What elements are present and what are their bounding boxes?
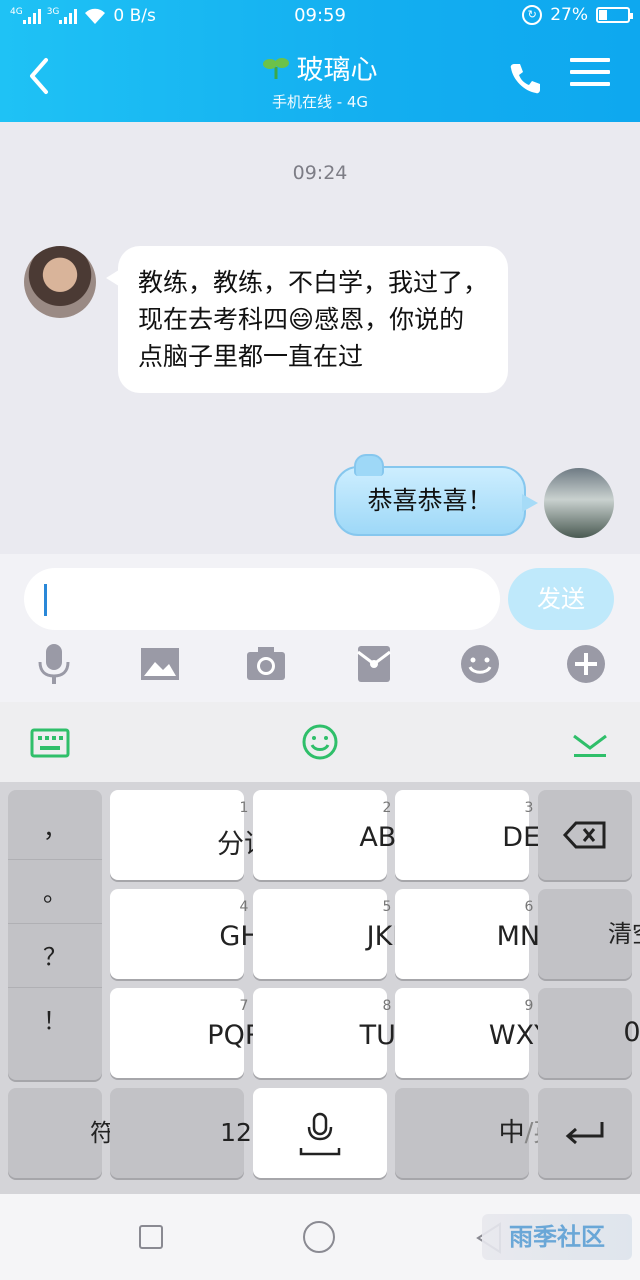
rotation-lock-icon: ↻ [522,5,543,25]
symbol-key-exclaim[interactable]: ！ [8,990,102,1052]
text-caret [44,584,47,616]
clear-key[interactable]: 清空 [538,889,640,979]
incoming-message-text: 教练，教练，不白学，我过了，现在去考科四😄感恩，你说的点脑子里都一直在过 [138,268,489,371]
square-icon [139,1225,163,1249]
title-bar: 4G 3G 0 B/s 09:59 ↻ 27% 玻璃心 手机在线 - 4G [0,0,640,122]
key-label: 0 [623,1017,640,1048]
red-packet-button[interactable] [352,642,396,686]
circle-icon [303,1221,335,1253]
outgoing-message-bubble[interactable]: 恭喜恭喜！ [334,454,538,536]
symbol-key-period[interactable]: 。 [8,862,102,924]
emoji-button[interactable] [458,642,502,686]
key-6[interactable]: 6 MNO [395,889,561,979]
language-switch-key[interactable]: 中/英 [395,1088,559,1178]
call-button[interactable] [506,58,546,98]
status-bar: 4G 3G 0 B/s 09:59 ↻ 27% [0,0,640,34]
key-4[interactable]: 4 GHI [110,889,269,979]
backspace-icon [562,821,606,849]
symbol-column[interactable]: ， 。 ？ ！ [8,790,102,1080]
watermark: 雨季社区 [482,1214,632,1260]
keyboard-icon [30,728,70,758]
plus-icon [567,645,605,683]
key-8[interactable]: 8 TUV [253,988,414,1078]
battery-percent: 27% [550,5,588,25]
message-timestamp: 09:24 [292,162,348,184]
contact-avatar[interactable] [24,246,96,318]
keyboard-toolbar [0,702,640,782]
red-packet-icon [357,646,391,682]
enter-icon [565,1122,604,1145]
camera-icon [247,647,285,680]
key-label: 清空 [608,920,640,948]
keyboard: ， 。 ？ ！ 1 分词 2 ABC 3 DEF 4 GHI 5 JKL 6 M… [0,782,640,1194]
more-button[interactable] [564,642,608,686]
space-voice-key[interactable] [253,1088,387,1178]
backspace-key[interactable] [538,790,632,880]
page-title: 玻璃心 [296,55,378,86]
key-9[interactable]: 9 WXYZ [395,988,569,1078]
keyboard-emoji-button[interactable] [300,722,340,762]
symbol-key-question[interactable]: ？ [8,926,102,988]
menu-button[interactable] [570,58,610,94]
emoji-icon [461,645,499,683]
smiley-icon [302,724,338,760]
microphone-icon [38,644,70,684]
my-avatar[interactable] [544,468,614,538]
gallery-button[interactable] [138,642,182,686]
send-button[interactable]: 发送 [508,568,614,630]
key-5[interactable]: 5 JKL [253,889,407,979]
battery-icon [596,7,633,23]
image-icon [141,648,179,680]
menu-icon [570,58,610,86]
key-0[interactable]: 0 [538,988,640,1078]
key-3[interactable]: 3 DEF [395,790,556,880]
number-mode-key[interactable]: 123 [110,1088,268,1178]
lang-cn: 中 [498,1118,525,1148]
toolbar [0,642,640,692]
key-7[interactable]: 7 PQRS [110,988,281,1078]
recents-button[interactable] [138,1224,164,1250]
phone-icon [510,64,540,94]
camera-button[interactable] [244,642,288,686]
chevron-down-icon [573,734,607,757]
key-1[interactable]: 1 分词 [110,790,271,880]
outgoing-message-text: 恭喜恭喜！ [367,486,493,515]
hide-keyboard-button[interactable] [570,726,610,762]
voice-button[interactable] [32,642,76,686]
bubble-decoration [354,454,384,476]
contact-name-row: 玻璃心 [262,48,378,87]
input-bar: 发送 [0,554,640,702]
enter-key[interactable] [538,1088,632,1178]
incoming-message-bubble[interactable]: 教练，教练，不白学，我过了，现在去考科四😄感恩，你说的点脑子里都一直在过 [106,246,508,393]
keyboard-switch-button[interactable] [30,724,70,764]
message-input[interactable] [24,568,500,630]
symbol-key-comma[interactable]: ， [8,798,102,860]
chat-area[interactable]: 09:24 教练，教练，不白学，我过了，现在去考科四😄感恩，你说的点脑子里都一直… [0,122,640,554]
microphone-icon [299,1112,341,1156]
key-2[interactable]: 2 ABC [253,790,415,880]
sprout-icon [262,57,289,79]
symbol-key[interactable]: 符 [8,1088,114,1178]
home-button[interactable] [302,1220,336,1254]
